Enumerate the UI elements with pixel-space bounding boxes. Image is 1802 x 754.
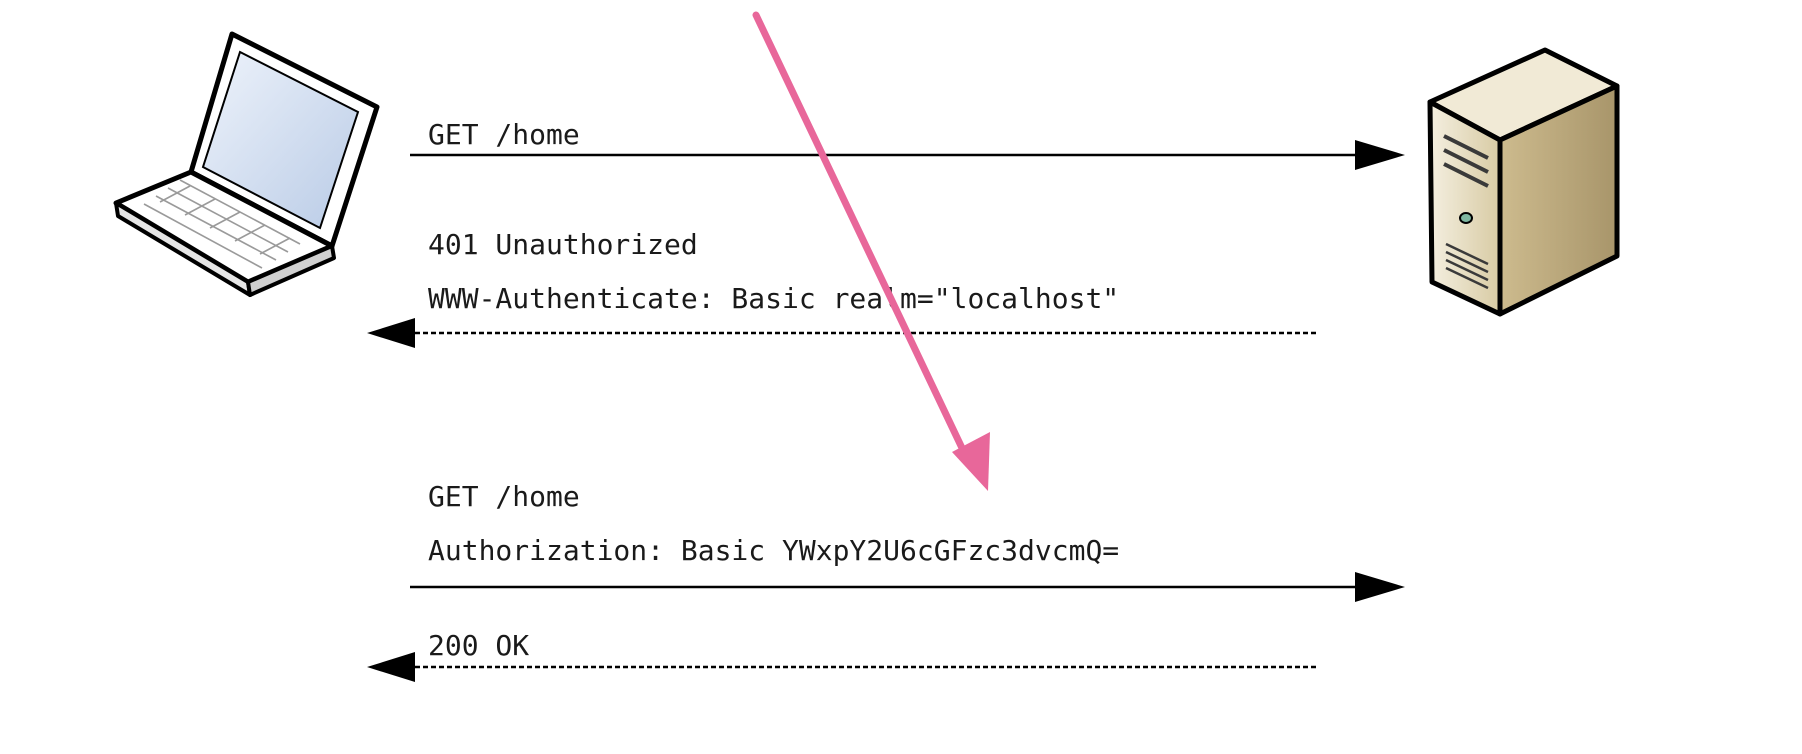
response-2-line-1: 200 OK: [428, 629, 530, 662]
response-arrow-1: [367, 318, 1318, 348]
response-1-line-2: WWW-Authenticate: Basic realm="localhost…: [428, 282, 1120, 315]
request-arrow-2: [410, 572, 1405, 602]
server-tower-icon: [1427, 47, 1620, 317]
request-2-line-2: Authorization: Basic YWxpY2U6cGFzc3dvcmQ…: [428, 534, 1120, 567]
diagram-canvas: [113, 31, 1620, 682]
response-1-line-1: 401 Unauthorized: [428, 228, 698, 261]
sequence-diagram: GET /home 401 Unauthorized WWW-Authentic…: [0, 0, 1802, 754]
laptop-icon: [113, 31, 380, 297]
request-1-line-1: GET /home: [428, 118, 580, 151]
request-2-line-1: GET /home: [428, 480, 580, 513]
